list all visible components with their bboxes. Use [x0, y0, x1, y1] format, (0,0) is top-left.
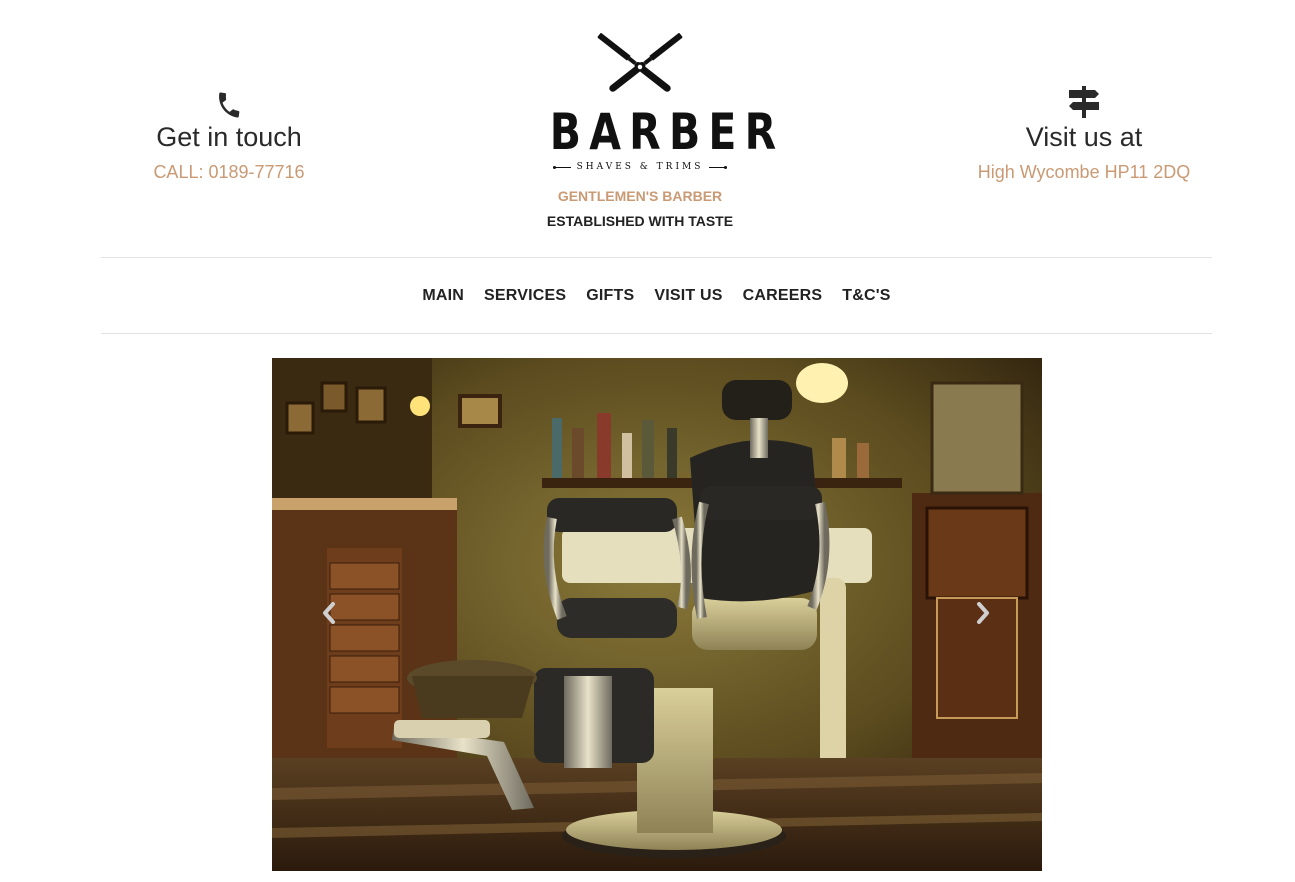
page: Get in touch CALL: 0189-77716 BARBER SHA… [0, 0, 1295, 882]
contact-address-title: Visit us at [1025, 122, 1143, 152]
chevron-right-icon [977, 602, 989, 624]
logo-divider-left [552, 165, 571, 169]
nav-item-services[interactable]: SERVICES [484, 287, 566, 305]
nav-item-visit-us[interactable]: VISIT US [654, 287, 722, 305]
contact-address-text[interactable]: High Wycombe HP11 2DQ [934, 160, 1234, 184]
main-nav: MAIN SERVICES GIFTS VISIT US CAREERS T&C… [101, 257, 1212, 334]
site-logo[interactable]: BARBER SHAVES & TRIMS GENTLEMEN'S BARBER… [520, 32, 785, 230]
phone-icon [79, 84, 379, 120]
contact-address-block: Visit us at High Wycombe HP11 2DQ [934, 84, 1234, 184]
logo-subline: SHAVES & TRIMS [520, 162, 760, 172]
contact-phone-title: Get in touch [156, 122, 302, 152]
signpost-icon [934, 84, 1234, 120]
logo-divider-right [709, 165, 728, 169]
tagline-gentlemens-barber: GENTLEMEN'S BARBER [557, 188, 723, 204]
nav-item-careers[interactable]: CAREERS [743, 287, 823, 305]
contact-phone-block: Get in touch CALL: 0189-77716 [79, 84, 379, 184]
hero-carousel[interactable] [272, 358, 1042, 871]
nav-item-main[interactable]: MAIN [422, 287, 464, 305]
nav-item-gifts[interactable]: GIFTS [586, 287, 634, 305]
barber-chair-photo [272, 358, 1042, 871]
logo-wordmark: BARBER [549, 103, 785, 161]
carousel-next-button[interactable] [968, 598, 998, 628]
chevron-left-icon [323, 602, 335, 624]
logo-subline-text: SHAVES & TRIMS [576, 162, 704, 172]
crossed-razors-icon [597, 33, 683, 92]
tagline-established: ESTABLISHED WITH TASTE [546, 213, 734, 229]
contact-phone-number[interactable]: CALL: 0189-77716 [79, 160, 379, 184]
nav-item-terms[interactable]: T&C'S [842, 287, 890, 305]
carousel-prev-button[interactable] [314, 598, 344, 628]
